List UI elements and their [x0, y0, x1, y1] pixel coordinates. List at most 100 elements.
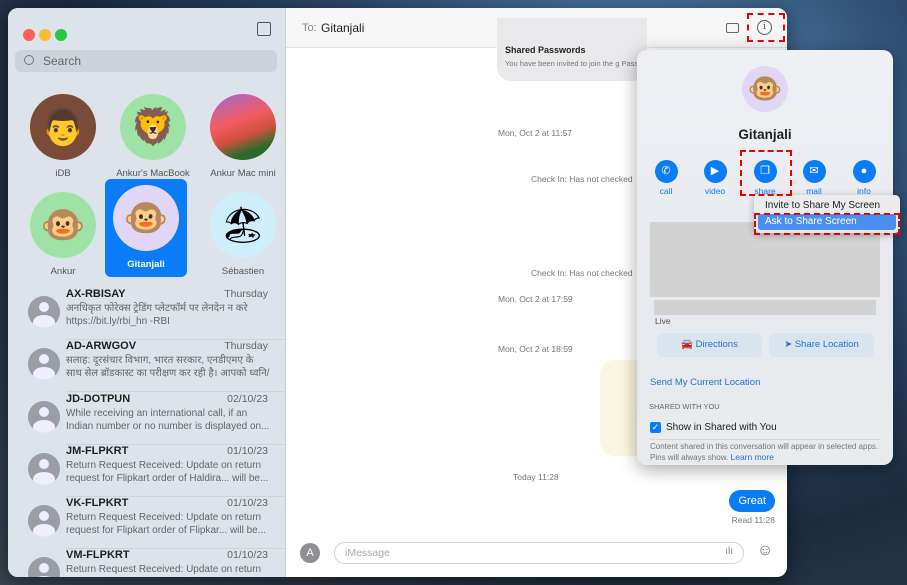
menu-item-invite-share-screen[interactable]: Invite to Share My Screen — [758, 198, 896, 214]
info-button[interactable]: ● info — [842, 160, 886, 196]
conversation-date: 01/10/23 — [227, 497, 268, 509]
send-current-location-link[interactable]: Send My Current Location — [650, 377, 760, 388]
location-address — [654, 300, 876, 315]
pinned-gitanjali[interactable]: 🐵 Gitanjali — [105, 179, 187, 277]
pinned-name: Gitanjali — [127, 259, 165, 270]
app-store-icon[interactable]: A — [300, 543, 320, 563]
avatar — [28, 505, 60, 537]
conversation-date: 01/10/23 — [227, 549, 268, 561]
phone-icon: ✆ — [654, 160, 678, 183]
show-in-shared-checkbox[interactable]: ✓ — [650, 422, 661, 433]
avatar-emoji: 🐵 — [40, 204, 86, 245]
search-input[interactable]: Search — [15, 50, 277, 72]
conversation-item[interactable]: VM-FLPKRT 01/10/23 Return Request Received… — [8, 549, 286, 577]
conversation-preview: Return Request Received: Update on retur… — [66, 512, 267, 536]
avatar — [28, 348, 60, 380]
pinned-ankur-mac-mini[interactable]: Ankur Mac mini — [202, 88, 284, 184]
conversation-title: AD-ARWGOV — [66, 340, 137, 352]
highlight-info — [747, 13, 785, 42]
conversation-item[interactable]: AD-ARWGOV Thursday सलाह: दूरसंचार विभाग, भ… — [8, 340, 286, 392]
video-call-icon[interactable] — [726, 23, 739, 33]
pinned-ankurs-macbook[interactable]: 🦁 Ankur's MacBook — [112, 88, 194, 184]
card-title: Shared Passwords — [505, 45, 586, 55]
close-button[interactable] — [23, 29, 35, 41]
message-input[interactable]: iMessage ılı — [334, 542, 744, 564]
mail-button[interactable]: ✉ mail — [792, 160, 836, 196]
recipient-field[interactable]: Gitanjali — [321, 21, 364, 35]
action-label: video — [704, 186, 726, 196]
conversation-date: 02/10/23 — [227, 393, 268, 405]
directions-button[interactable]: 🚘 Directions — [657, 333, 762, 357]
pinned-name: Sébastien — [221, 266, 265, 277]
timestamp: Mon, Oct 2 at 17:59 — [498, 294, 573, 304]
video-button[interactable]: ▶ video — [693, 160, 737, 196]
sent-message-bubble[interactable]: Great — [729, 490, 775, 512]
pinned-sebastien[interactable]: 🏖 Sébastien — [202, 186, 284, 282]
highlight-share — [740, 150, 792, 196]
audio-waveform-icon[interactable]: ılı — [725, 546, 733, 557]
card-text: You have been invited to join the g Pass… — [505, 59, 647, 68]
call-button[interactable]: ✆ call — [644, 160, 688, 196]
pinned-name: Ankur — [50, 266, 76, 277]
pinned-name: Ankur Mac mini — [210, 168, 276, 179]
pinned-idb[interactable]: 👨 iDB — [22, 88, 104, 184]
avatar: 🦁 — [120, 94, 186, 160]
minimize-button[interactable] — [39, 29, 51, 41]
car-icon: 🚘 — [681, 339, 696, 350]
conversation-preview: Return Request Received: Update on retur… — [66, 564, 262, 575]
timestamp: Today 11:28 — [513, 472, 559, 482]
checkin-status: Check In: Has not checked — [531, 174, 633, 184]
conversation-item[interactable]: JM-FLPKRT 01/10/23 Return Request Received… — [8, 445, 286, 497]
conversation-title: VK-FLPKRT — [66, 497, 129, 509]
directions-label: Directions — [695, 339, 738, 350]
share-location-button[interactable]: ➤ Share Location — [769, 333, 874, 357]
conversation-date: 01/10/23 — [227, 445, 268, 457]
avatar-emoji: 🦁 — [130, 106, 176, 147]
conversation-date: Thursday — [224, 288, 268, 300]
read-receipt: Read 11:28 — [731, 515, 775, 525]
learn-more-link[interactable]: Learn more — [730, 452, 773, 462]
live-label: Live — [655, 316, 671, 326]
conversation-preview: Return Request Received: Update on retur… — [66, 460, 269, 484]
avatar-emoji: 🐵 — [123, 197, 169, 238]
conversation-preview: अनधिकृत फोरेक्स ट्रेडिंग प्लेटफॉर्म पर ल… — [66, 303, 248, 327]
sidebar: Search 👨 iDB 🦁 Ankur's MacBook Ankur Mac m… — [8, 8, 286, 577]
footer-text: Content shared in this conversation will… — [650, 442, 886, 463]
pinned-ankur[interactable]: 🐵 Ankur — [22, 186, 104, 282]
search-placeholder: Search — [43, 54, 82, 68]
person-icon: ● — [852, 160, 876, 183]
conversation-title: JM-FLPKRT — [66, 445, 129, 457]
pinned-name: Ankur's MacBook — [116, 168, 190, 179]
conversation-preview: While receiving an international call, i… — [66, 408, 270, 432]
pinned-name: iDB — [55, 168, 71, 179]
conversation-title: JD-DOTPUN — [66, 393, 131, 405]
shared-passwords-card[interactable]: Shared Passwords You have been invited to… — [497, 18, 647, 81]
checkin-status: Check In: Has not checked — [531, 268, 633, 278]
avatar — [210, 94, 276, 160]
zoom-button[interactable] — [55, 29, 67, 41]
message-placeholder: iMessage — [345, 547, 390, 559]
timestamp: Mon, Oct 2 at 11:57 — [498, 128, 573, 138]
action-label: call — [659, 186, 673, 196]
to-label: To: — [302, 22, 317, 34]
conversation-title: AX-RBISAY — [66, 288, 126, 300]
contact-avatar: 🐵 — [742, 66, 788, 112]
contact-name: Gitanjali — [738, 127, 792, 142]
avatar-emoji: 👨 — [40, 106, 86, 147]
conversation-preview: सलाह: दूरसंचार विभाग, भारत सरकार, एनडीएम… — [66, 355, 270, 379]
search-icon — [24, 55, 34, 65]
video-icon: ▶ — [703, 160, 727, 183]
show-in-shared-label: Show in Shared with You — [666, 422, 777, 433]
emoji-icon[interactable]: ☺ — [757, 542, 773, 560]
details-popover: 🐵 Gitanjali ✆ call ▶ video ❐ share ✉ mail ● i… — [637, 50, 893, 465]
conversation-item[interactable]: JD-DOTPUN 02/10/23 While receiving an inte… — [8, 393, 286, 445]
conversation-item[interactable]: AX-RBISAY Thursday अनधिकृत फोरेक्स ट्रेडिं… — [8, 288, 286, 340]
mail-icon: ✉ — [802, 160, 826, 183]
avatar — [28, 453, 60, 485]
avatar: 🏖 — [210, 192, 276, 258]
conversation-date: Thursday — [224, 340, 268, 352]
compose-icon[interactable] — [257, 22, 271, 36]
conversation-item[interactable]: VK-FLPKRT 01/10/23 Return Request Received… — [8, 497, 286, 549]
timestamp: Mon, Oct 2 at 18:59 — [498, 344, 573, 354]
location-arrow-icon: ➤ — [784, 339, 795, 350]
